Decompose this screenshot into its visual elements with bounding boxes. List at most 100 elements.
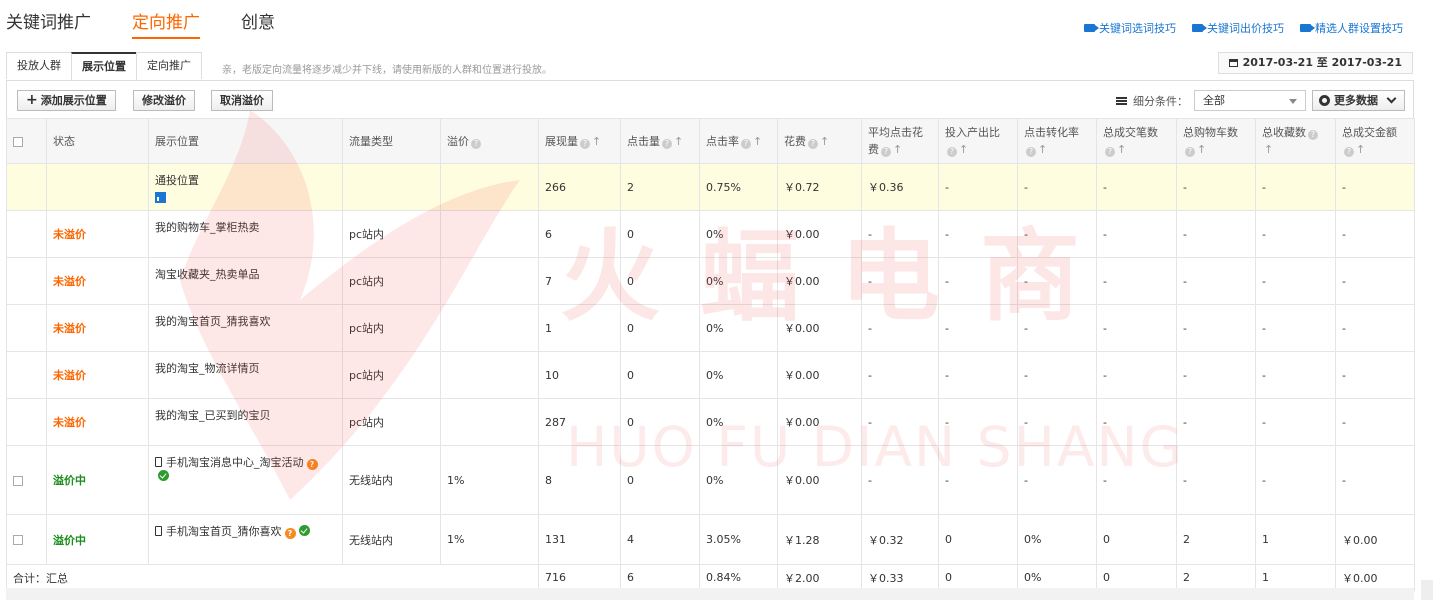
table-row: 未溢价 我的淘宝首页_猜我喜欢 pc站内 1 0 0% ￥0.00 - - - … (6, 304, 1415, 352)
phone-icon (155, 457, 162, 467)
sort-icon[interactable]: ↑ (674, 133, 683, 150)
help-icon[interactable]: ? (1105, 147, 1115, 157)
help-icon[interactable]: ? (471, 138, 481, 149)
help-icon[interactable]: ? (947, 147, 957, 157)
sort-icon[interactable]: ↑ (753, 133, 762, 150)
help-icon[interactable]: ? (1185, 147, 1195, 157)
header-select-all (6, 118, 47, 164)
sort-icon[interactable]: ↑ (820, 133, 829, 150)
row-checkbox[interactable] (13, 475, 23, 486)
tips-links: 关键词选词技巧 关键词出价技巧 精选人群设置技巧 (1084, 20, 1403, 36)
header-favs[interactable]: 总收藏数? ↑ (1255, 118, 1336, 164)
position-name: 手机淘宝首页_猜你喜欢 (166, 525, 282, 538)
plus-icon: + (26, 92, 38, 108)
question-icon[interactable]: ? (284, 528, 296, 539)
sort-icon[interactable]: ↑ (592, 133, 601, 150)
select-all-checkbox[interactable] (13, 136, 23, 147)
position-name: 我的淘宝_物流详情页 (148, 351, 343, 399)
help-icon[interactable]: ? (580, 138, 590, 149)
tip-link-audience-setup[interactable]: 精选人群设置技巧 (1300, 20, 1403, 36)
check-circle-icon (298, 525, 310, 536)
status-badge: 未溢价 (46, 210, 149, 258)
position-name: 我的淘宝_已买到的宝贝 (148, 398, 343, 446)
filter-label: 细分条件： (1133, 94, 1188, 108)
help-icon[interactable]: ? (808, 138, 818, 149)
toolbar: + 添加展示位置 修改溢价 取消溢价 细分条件： 全部 更多数据 (6, 80, 1414, 118)
tip-link-keyword-selection[interactable]: 关键词选词技巧 (1084, 20, 1176, 36)
header-impressions[interactable]: 展现量? ↑ (538, 118, 621, 164)
video-icon (1084, 24, 1099, 32)
more-data-button[interactable]: 更多数据 (1312, 90, 1405, 111)
summary-label: 合计：汇总 (6, 564, 539, 591)
position-table: 状态 展示位置 流量类型 溢价? 展现量? ↑ 点击量? ↑ 点击率? ↑ 花费? ↑ … (6, 118, 1415, 591)
subtab-targeted[interactable]: 定向推广 (136, 52, 202, 79)
header-cvr[interactable]: 点击转化率? ↑ (1017, 118, 1097, 164)
header-position: 展示位置 (148, 118, 343, 164)
header-cpc[interactable]: 平均点击花费? ↑ (861, 118, 939, 164)
filter-select[interactable]: 全部 (1194, 90, 1306, 111)
gear-icon (1319, 95, 1330, 106)
sort-icon[interactable]: ↑ (893, 141, 902, 158)
top-nav: 关键词推广 定向推广 创意 关键词选词技巧 关键词出价技巧 精选人群设置技巧 (0, 0, 1433, 40)
footer-bar (6, 588, 1414, 600)
status-badge: 未溢价 (46, 304, 149, 352)
status-badge: 未溢价 (46, 398, 149, 446)
chevron-down-icon (1386, 93, 1397, 104)
help-icon[interactable]: ? (741, 138, 751, 149)
header-ctr[interactable]: 点击率? ↑ (699, 118, 778, 164)
table-row: 溢价中 手机淘宝首页_猜你喜欢? 无线站内 1% 131 4 3.05% ￥1.… (6, 514, 1415, 565)
position-name: 通投位置 (155, 174, 199, 187)
status-badge: 溢价中 (46, 445, 149, 515)
help-icon[interactable]: ? (662, 138, 672, 149)
question-icon[interactable]: ? (306, 459, 318, 470)
table-row: 未溢价 我的淘宝_已买到的宝贝 pc站内 287 0 0% ￥0.00 - - … (6, 398, 1415, 446)
position-name: 我的淘宝首页_猜我喜欢 (148, 304, 343, 352)
sort-icon[interactable]: ↑ (1117, 141, 1126, 158)
tab-targeted-promotion[interactable]: 定向推广 (132, 8, 200, 39)
date-range-text: 2017-03-21 至 2017-03-21 (1242, 56, 1402, 69)
side-edge-widget[interactable] (1421, 580, 1433, 600)
table-row: 溢价中 手机淘宝消息中心_淘宝活动? 无线站内 1% 8 0 0% ￥0.00 … (6, 445, 1415, 515)
check-circle-icon (158, 470, 169, 481)
table-row: 未溢价 淘宝收藏夹_热卖单品 pc站内 7 0 0% ￥0.00 - - - -… (6, 257, 1415, 305)
table-row: 未溢价 我的淘宝_物流详情页 pc站内 10 0 0% ￥0.00 - - - … (6, 351, 1415, 399)
status-badge: 未溢价 (46, 351, 149, 399)
calendar-icon (1228, 59, 1238, 67)
position-name: 淘宝收藏夹_热卖单品 (148, 257, 343, 305)
status-badge: 溢价中 (46, 514, 149, 565)
filter-area: 细分条件： 全部 更多数据 (1116, 90, 1405, 111)
chart-icon[interactable] (155, 192, 168, 203)
sort-icon[interactable]: ↑ (1356, 141, 1365, 158)
sort-icon[interactable]: ↑ (1197, 141, 1206, 158)
tab-keyword-promotion[interactable]: 关键词推广 (6, 8, 91, 33)
sort-icon[interactable]: ↑ (1264, 141, 1273, 158)
subtab-audience[interactable]: 投放人群 (6, 52, 72, 79)
row-checkbox[interactable] (13, 535, 23, 545)
header-orders[interactable]: 总成交笔数? ↑ (1096, 118, 1177, 164)
tab-creative[interactable]: 创意 (241, 8, 275, 33)
add-position-button[interactable]: + 添加展示位置 (17, 90, 116, 111)
header-gmv[interactable]: 总成交金额? ↑ (1335, 118, 1415, 164)
modify-premium-button[interactable]: 修改溢价 (133, 90, 195, 111)
subtab-display-position[interactable]: 展示位置 (71, 52, 137, 80)
table-row: 通投位置 266 2 0.75% ￥0.72 ￥0.36 - - - - - - (6, 163, 1415, 211)
header-roi[interactable]: 投入产出比? ↑ (938, 118, 1018, 164)
position-name: 我的购物车_掌柜热卖 (148, 210, 343, 258)
video-icon (1300, 24, 1315, 32)
table-header-row: 状态 展示位置 流量类型 溢价? 展现量? ↑ 点击量? ↑ 点击率? ↑ 花费? ↑ … (6, 118, 1415, 164)
tip-link-keyword-bidding[interactable]: 关键词出价技巧 (1192, 20, 1284, 36)
cancel-premium-button[interactable]: 取消溢价 (211, 90, 273, 111)
help-icon[interactable]: ? (1026, 147, 1036, 157)
sort-icon[interactable]: ↑ (959, 141, 968, 158)
help-icon[interactable]: ? (1344, 147, 1354, 157)
help-icon[interactable]: ? (1308, 130, 1318, 140)
date-range-picker[interactable]: 2017-03-21 至 2017-03-21 (1217, 52, 1413, 74)
header-clicks[interactable]: 点击量? ↑ (620, 118, 700, 164)
phone-icon (155, 526, 162, 536)
sort-icon[interactable]: ↑ (1038, 141, 1047, 158)
header-premium: 溢价? (440, 118, 539, 164)
header-carts[interactable]: 总购物车数? ↑ (1176, 118, 1256, 164)
sub-tabs: 投放人群 展示位置 定向推广 (6, 52, 202, 80)
header-cost[interactable]: 花费? ↑ (777, 118, 862, 164)
help-icon[interactable]: ? (881, 147, 891, 157)
